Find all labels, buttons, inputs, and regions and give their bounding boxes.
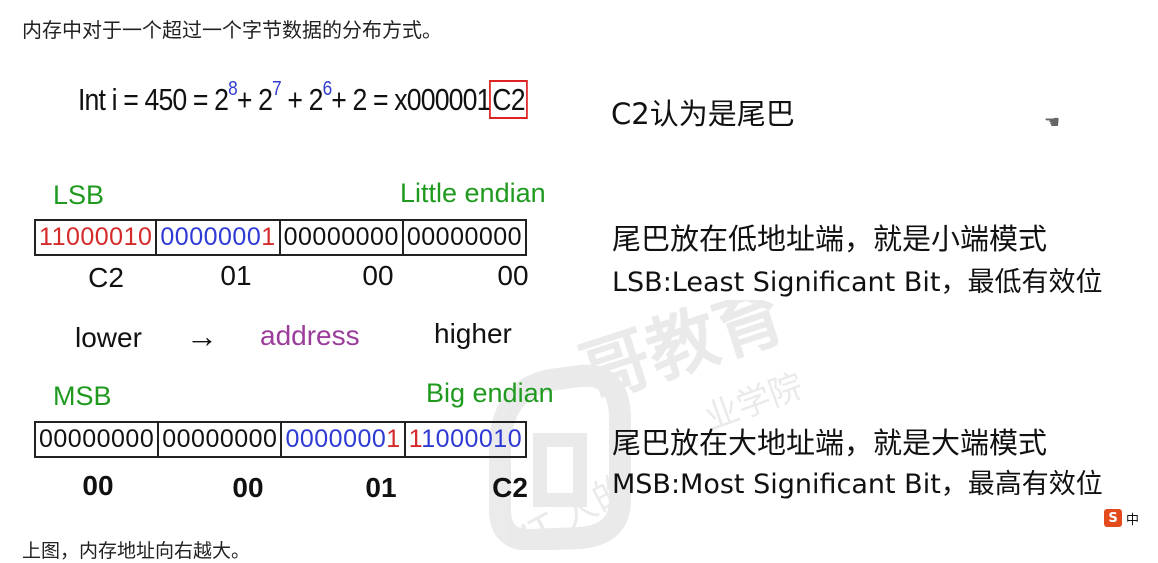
little-byte-2: 00000000	[281, 221, 404, 254]
exponent-6: 6	[322, 78, 333, 100]
little-byte-0: 11000010	[36, 221, 158, 254]
big-hex-3: C2	[492, 472, 528, 503]
formula: Int i = 450 = 28+ 27 + 26+ 2 = x000001C2	[78, 78, 529, 119]
big-hex-0: 00	[82, 470, 114, 501]
little-hex-0: C2	[88, 262, 124, 293]
lsb-label: LSB	[53, 180, 105, 210]
bottom-caption: 上图，内存地址向右越大。	[22, 540, 251, 562]
address-label: address	[260, 320, 360, 351]
big-endian-desc: 尾巴放在大地址端，就是大端模式	[612, 426, 1048, 460]
lsb-desc: LSB:Least Significant Bit，最低有效位	[612, 267, 1103, 298]
formula-part-4: + 2 = x000001	[331, 82, 491, 117]
exponent-8: 8	[228, 78, 238, 100]
big-byte-0: 00000000	[36, 423, 160, 456]
formula-part-3: + 2	[280, 82, 323, 117]
msb-desc: MSB:Most Significant Bit，最高有效位	[612, 469, 1103, 500]
higher-label: higher	[434, 318, 512, 349]
little-hex-1: 01	[220, 260, 252, 291]
big-byte-3: 11000010	[408, 425, 523, 453]
svg-text:哥教育: 哥教育	[570, 300, 795, 416]
little-hex-2: 00	[362, 260, 394, 291]
big-byte-1: 00000000	[159, 423, 283, 456]
little-byte-1: 00000001	[157, 221, 281, 254]
c2-tail-note: C2认为是尾巴	[611, 97, 795, 131]
big-endian-bytes: 00000000 00000000 00000001 11000010	[34, 421, 528, 458]
sogou-s-icon: S	[1104, 509, 1122, 527]
boxed-c2: C2	[488, 80, 529, 119]
big-endian-label: Big endian	[426, 378, 554, 408]
hand-cursor-icon: ☚	[1044, 112, 1061, 133]
little-endian-desc: 尾巴放在低地址端，就是小端模式	[612, 222, 1048, 256]
big-hex-2: 01	[365, 472, 397, 503]
msb-label: MSB	[53, 381, 112, 411]
little-byte-3: 00000000	[406, 223, 523, 251]
little-endian-label: Little endian	[400, 178, 546, 208]
arrow-right-icon: →	[186, 318, 218, 354]
top-caption: 内存中对于一个超过一个字节数据的分布方式。	[22, 18, 442, 42]
little-hex-3: 00	[497, 260, 529, 291]
sogou-ime-icon[interactable]: S 中	[1104, 507, 1154, 529]
exponent-7: 7	[272, 78, 282, 100]
lower-label: lower	[75, 322, 142, 353]
big-hex-1: 00	[232, 472, 264, 503]
little-endian-bytes: 11000010 00000001 00000000 00000000	[34, 219, 528, 256]
formula-part-1: Int i = 450 = 2	[78, 82, 229, 117]
big-byte-2: 00000001	[282, 423, 406, 456]
ime-mode-label: 中	[1126, 512, 1140, 528]
formula-part-2: + 2	[236, 82, 273, 117]
